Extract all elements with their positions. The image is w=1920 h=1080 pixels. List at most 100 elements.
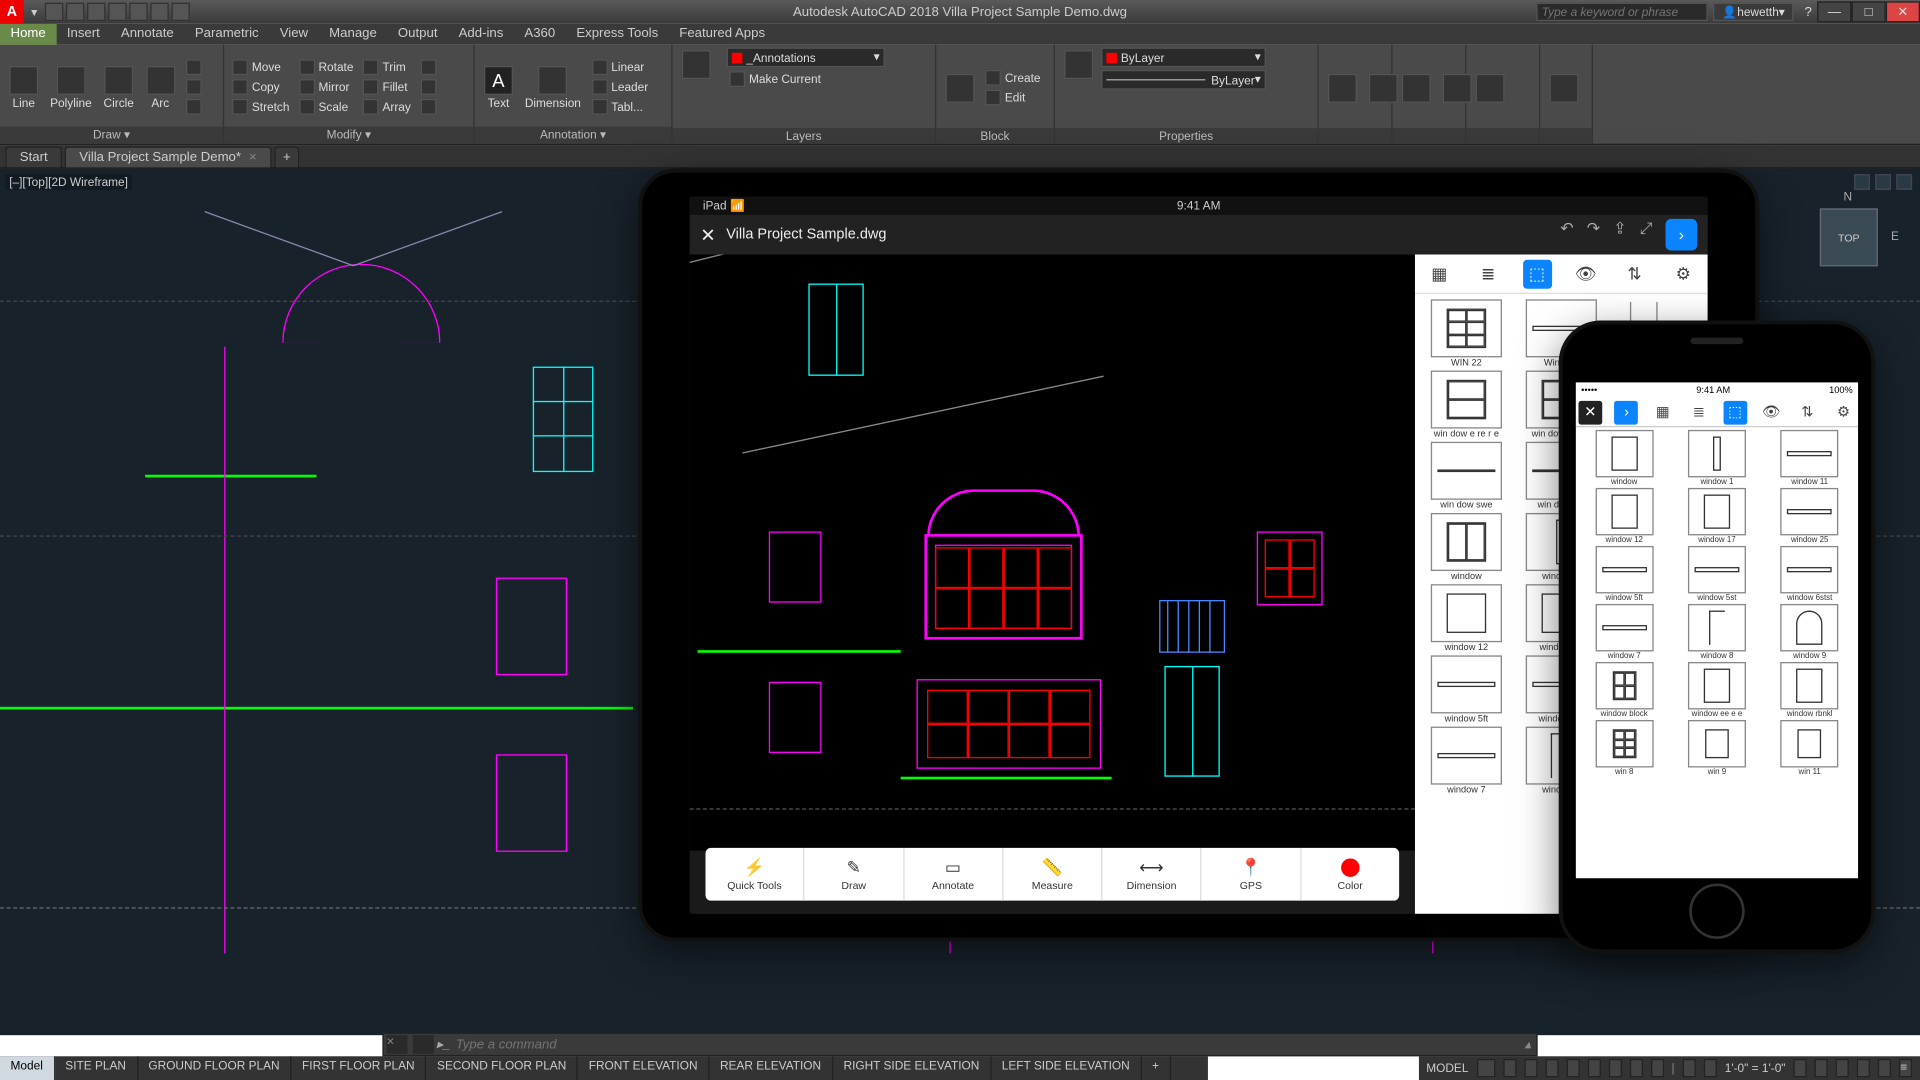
- tab-output[interactable]: Output: [387, 24, 448, 45]
- tab-featured[interactable]: Featured Apps: [669, 24, 776, 45]
- modify-misc1[interactable]: [417, 58, 438, 76]
- layout-tab[interactable]: FRONT ELEVATION: [578, 1056, 709, 1080]
- user-account[interactable]: 👤 hewetth ▾: [1713, 3, 1794, 21]
- iphone-tab6-icon[interactable]: ⚙: [1832, 400, 1856, 424]
- layer-properties-button[interactable]: [678, 47, 715, 88]
- tab-insert[interactable]: Insert: [56, 24, 110, 45]
- cmd-settings-icon[interactable]: [413, 1035, 434, 1053]
- iphone-panel-toggle[interactable]: ›: [1615, 400, 1639, 424]
- palette-item[interactable]: window: [1420, 513, 1512, 582]
- palette-item[interactable]: WIN 22: [1420, 299, 1512, 368]
- iphone-palette-item[interactable]: window 5ft: [1578, 546, 1669, 603]
- leader-button[interactable]: Leader: [589, 78, 651, 96]
- group-button[interactable]: [1324, 71, 1361, 105]
- panel-toggle-button[interactable]: ›: [1666, 219, 1698, 251]
- tab-annotate[interactable]: Annotate: [110, 24, 184, 45]
- layer-dropdown[interactable]: _Annotations▾: [727, 47, 885, 67]
- command-line[interactable]: × ▸_ ▴: [382, 1033, 1537, 1057]
- custom-icon[interactable]: ≡: [1899, 1059, 1912, 1077]
- circle-button[interactable]: Circle: [100, 63, 138, 112]
- text-button[interactable]: AText: [480, 63, 517, 112]
- annovis-icon[interactable]: [1704, 1059, 1717, 1077]
- close-tab-icon[interactable]: ×: [249, 150, 257, 165]
- draw-button[interactable]: ✎Draw: [805, 848, 904, 901]
- iphone-palette-item[interactable]: win 9: [1671, 720, 1762, 777]
- iphone-palette-item[interactable]: window 7: [1578, 604, 1669, 661]
- iphone-palette-item[interactable]: window 25: [1764, 488, 1855, 545]
- arc-button[interactable]: Arc: [142, 63, 179, 112]
- base-button[interactable]: [1546, 71, 1583, 105]
- iphone-palette-item[interactable]: window 12: [1578, 488, 1669, 545]
- undo-icon[interactable]: ↶: [1560, 219, 1573, 251]
- iphone-tab3-icon[interactable]: ⬚: [1723, 400, 1747, 424]
- ipad-drawing-canvas[interactable]: [690, 255, 1415, 851]
- snap-icon[interactable]: [1503, 1059, 1516, 1077]
- layout-tab[interactable]: FIRST FLOOR PLAN: [291, 1056, 426, 1080]
- view-cube[interactable]: N E TOP: [1804, 193, 1896, 285]
- tpy-icon[interactable]: [1650, 1059, 1663, 1077]
- dyn-icon[interactable]: [1608, 1059, 1621, 1077]
- tab-a360[interactable]: A360: [514, 24, 566, 45]
- layout-tab-model[interactable]: Model: [0, 1056, 55, 1080]
- iphone-palette-item[interactable]: window 1: [1671, 430, 1762, 487]
- draw-misc2[interactable]: [183, 78, 204, 96]
- iphone-palette-item[interactable]: window: [1578, 430, 1669, 487]
- palette-tab3-icon[interactable]: ⬚: [1522, 259, 1551, 288]
- palette-item[interactable]: window 7: [1420, 727, 1512, 796]
- palette-tab6-icon[interactable]: ⚙: [1669, 259, 1698, 288]
- match-prop-button[interactable]: [1060, 47, 1097, 89]
- active-file-tab[interactable]: Villa Project Sample Demo*×: [65, 146, 271, 167]
- palette-item[interactable]: win dow e re r e: [1420, 371, 1512, 440]
- tab-parametric[interactable]: Parametric: [184, 24, 269, 45]
- close-button[interactable]: ✕: [1886, 1, 1920, 22]
- scale-display[interactable]: 1'-0" = 1'-0": [1725, 1062, 1786, 1075]
- iphone-tab2-icon[interactable]: ≣: [1687, 400, 1711, 424]
- help-icon[interactable]: ?: [1805, 5, 1812, 20]
- linear-button[interactable]: Linear: [589, 58, 651, 76]
- polyline-button[interactable]: Polyline: [46, 63, 95, 112]
- app-dropdown-arrow[interactable]: ▼: [29, 6, 39, 18]
- new-tab-button[interactable]: +: [274, 146, 300, 167]
- iphone-palette-item[interactable]: window ee e e: [1671, 662, 1762, 719]
- maximize-button[interactable]: □: [1851, 1, 1885, 22]
- iphone-palette-item[interactable]: window 11: [1764, 430, 1855, 487]
- tab-home[interactable]: Home: [0, 24, 56, 45]
- help-search-input[interactable]: [1536, 3, 1707, 21]
- iphone-tab4-icon[interactable]: 👁: [1759, 400, 1783, 424]
- iphone-palette-item[interactable]: window 5st: [1671, 546, 1762, 603]
- iphone-tab1-icon[interactable]: ▦: [1651, 400, 1675, 424]
- iphone-palette-item[interactable]: window 8: [1671, 604, 1762, 661]
- palette-tab4-icon[interactable]: 👁: [1571, 259, 1600, 288]
- lwt-icon[interactable]: [1629, 1059, 1642, 1077]
- layout-tab[interactable]: GROUND FLOOR PLAN: [138, 1056, 292, 1080]
- minimize-button[interactable]: —: [1817, 1, 1851, 22]
- mirror-button[interactable]: Mirror: [296, 78, 356, 96]
- ws-icon[interactable]: [1793, 1059, 1806, 1077]
- osnap-icon[interactable]: [1566, 1059, 1579, 1077]
- modify-misc3[interactable]: [417, 98, 438, 116]
- iphone-palette-item[interactable]: win 8: [1578, 720, 1669, 777]
- scale-button[interactable]: Scale: [296, 98, 356, 116]
- iso-icon[interactable]: [1857, 1059, 1870, 1077]
- iphone-close-icon[interactable]: ✕: [1578, 400, 1602, 424]
- color-dropdown[interactable]: ByLayer▾: [1101, 47, 1266, 67]
- modify-misc2[interactable]: [417, 78, 438, 96]
- start-tab[interactable]: Start: [5, 146, 62, 167]
- layout-tab[interactable]: LEFT SIDE ELEVATION: [991, 1056, 1141, 1080]
- ipad-close-icon[interactable]: ✕: [700, 224, 715, 246]
- create-block-button[interactable]: Create: [982, 69, 1043, 87]
- measure-button[interactable]: 📏Measure: [1003, 848, 1102, 901]
- dimension-button[interactable]: Dimension: [521, 63, 585, 112]
- hw-icon[interactable]: [1836, 1059, 1849, 1077]
- palette-item[interactable]: window 5ft: [1420, 655, 1512, 724]
- clean-icon[interactable]: [1878, 1059, 1891, 1077]
- dimension-button[interactable]: ⟷Dimension: [1103, 848, 1202, 901]
- navcube-face[interactable]: TOP: [1820, 208, 1878, 266]
- color-button[interactable]: Color: [1301, 848, 1399, 901]
- layout-tab[interactable]: RIGHT SIDE ELEVATION: [833, 1056, 991, 1080]
- edit-block-button[interactable]: Edit: [982, 88, 1043, 106]
- otrack-icon[interactable]: [1587, 1059, 1600, 1077]
- draw-misc1[interactable]: [183, 58, 204, 76]
- move-button[interactable]: Move: [229, 58, 292, 76]
- iphone-palette-item[interactable]: window block: [1578, 662, 1669, 719]
